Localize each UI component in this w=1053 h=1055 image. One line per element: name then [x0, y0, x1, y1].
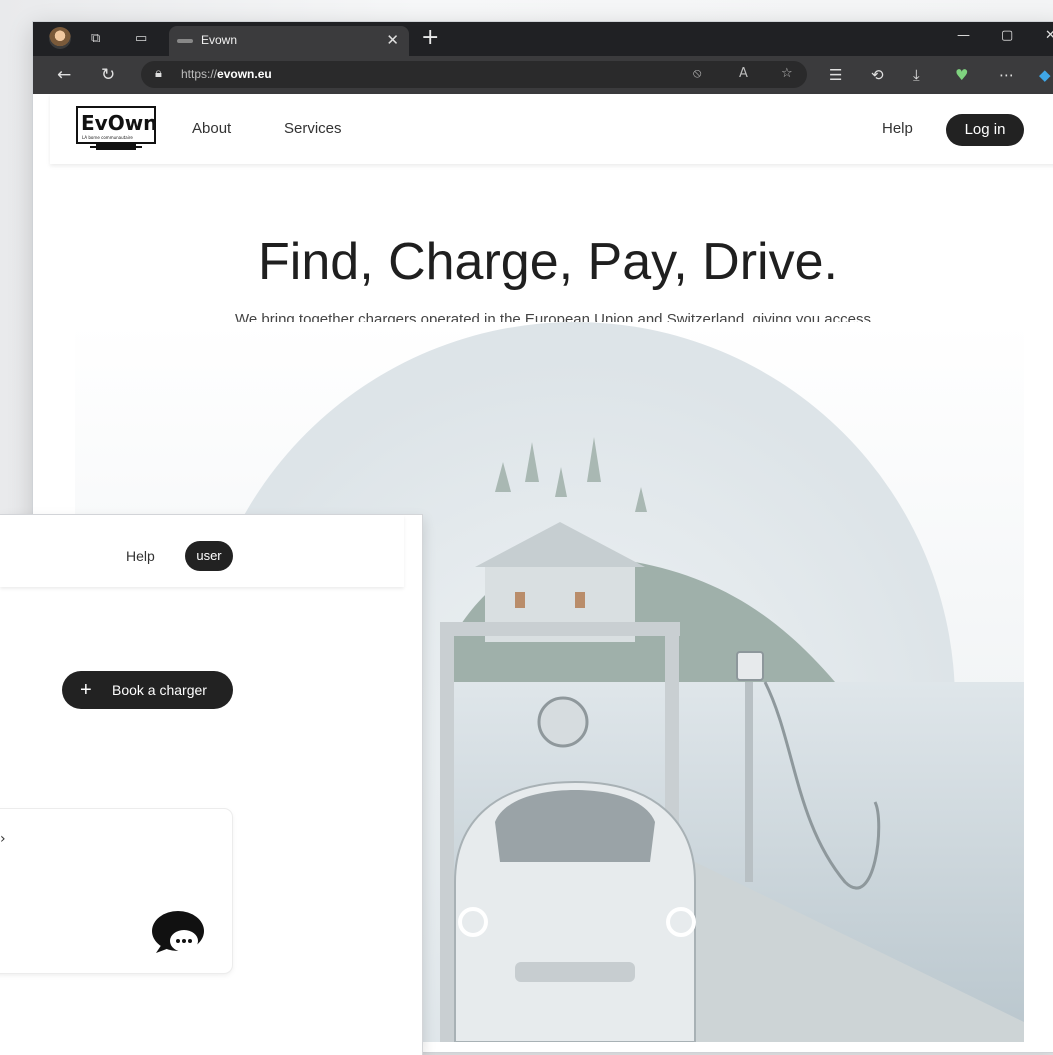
site-info-icon[interactable]: 🔒︎ — [155, 66, 162, 81]
svg-text:LA borne communautaire: LA borne communautaire — [82, 135, 133, 140]
tab-bar: ⧉ ▭ Evown ✕ + — ▢ ✕ — [33, 22, 1053, 56]
svg-text:EvOwn: EvOwn — [81, 111, 156, 135]
url-text: https://evown.eu — [181, 67, 272, 81]
tab-evown[interactable]: Evown ✕ — [169, 26, 409, 56]
minimize-icon[interactable]: — — [957, 28, 970, 43]
tracking-icon[interactable]: ⦸ — [693, 66, 701, 81]
dashboard-panel: Help user + Book a charger › — [0, 515, 422, 1055]
plus-icon: + — [80, 679, 92, 701]
new-tab-icon[interactable]: + — [421, 25, 439, 51]
close-icon[interactable]: ✕ — [386, 31, 399, 49]
profile-avatar[interactable] — [49, 27, 71, 49]
url-field[interactable]: 🔒︎ https://evown.eu ⦸ A ☆ — [141, 61, 807, 88]
tab-actions-icon[interactable]: ▭ — [135, 30, 147, 48]
nav-services[interactable]: Services — [284, 120, 342, 137]
nav-about[interactable]: About — [192, 120, 231, 137]
panel-header: Help user — [0, 515, 404, 587]
favorite-star-icon[interactable]: ☆ — [781, 66, 793, 81]
chevron-right-icon[interactable]: › — [0, 831, 6, 847]
window-close-icon[interactable]: ✕ — [1045, 28, 1053, 43]
user-menu-button[interactable]: user — [185, 541, 233, 571]
maximize-icon[interactable]: ▢ — [1001, 28, 1013, 43]
browser-essentials-icon[interactable]: ♥ — [955, 66, 968, 84]
login-button[interactable]: Log in — [946, 114, 1024, 146]
favicon-icon — [177, 39, 193, 43]
hero-title: Find, Charge, Pay, Drive. — [258, 233, 838, 291]
chat-icon[interactable] — [150, 909, 206, 959]
downloads-icon[interactable]: ⤓ — [913, 66, 920, 84]
book-charger-button[interactable]: + Book a charger — [62, 671, 233, 709]
refresh-icon[interactable]: ↻ — [101, 65, 115, 85]
more-menu-icon[interactable]: ⋯ — [999, 66, 1014, 84]
read-aloud-icon[interactable]: A — [739, 66, 748, 81]
book-charger-label: Book a charger — [112, 682, 207, 698]
address-bar: ← ↻ 🔒︎ https://evown.eu ⦸ A ☆ ☰ ⟲ ⤓ ♥ ⋯ … — [33, 56, 1053, 94]
history-icon[interactable]: ⟲ — [871, 66, 884, 84]
nav-help[interactable]: Help — [882, 120, 913, 137]
copilot-icon[interactable]: ◆ — [1039, 66, 1051, 84]
panel-help-link[interactable]: Help — [126, 548, 155, 564]
site-header: EvOwn LA borne communautaire About Servi… — [50, 94, 1053, 164]
favorites-icon[interactable]: ☰ — [829, 66, 842, 84]
workspaces-icon[interactable]: ⧉ — [91, 30, 100, 48]
tab-title: Evown — [201, 33, 238, 47]
back-icon[interactable]: ← — [57, 65, 71, 85]
booking-card[interactable]: › — [0, 809, 232, 973]
evown-logo[interactable]: EvOwn LA borne communautaire — [76, 106, 156, 152]
